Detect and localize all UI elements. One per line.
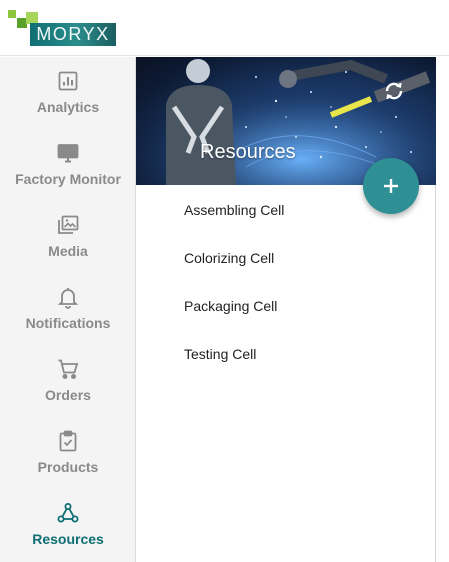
resource-item-colorizing-cell[interactable]: Colorizing Cell	[184, 246, 274, 270]
resources-panel: Resources Assembling Cell Colorizing Cel…	[136, 57, 436, 562]
logo-square	[8, 10, 16, 18]
resource-item-testing-cell[interactable]: Testing Cell	[184, 342, 256, 366]
plus-icon	[384, 179, 398, 193]
sidebar: Analytics Factory Monitor Media Notifica…	[0, 57, 136, 562]
sidebar-item-label: Notifications	[25, 315, 111, 331]
sidebar-item-label: Resources	[32, 531, 104, 547]
sidebar-item-media[interactable]: Media	[0, 201, 136, 273]
sidebar-item-factory-monitor[interactable]: Factory Monitor	[0, 129, 136, 201]
clipboard-check-icon	[56, 429, 80, 453]
logo-text: MORYX	[30, 23, 116, 46]
cart-icon	[56, 357, 80, 381]
bell-icon	[56, 285, 80, 309]
sidebar-item-label: Factory Monitor	[15, 171, 121, 187]
sidebar-item-label: Products	[37, 459, 99, 475]
sidebar-item-label: Orders	[45, 387, 91, 403]
refresh-icon[interactable]	[382, 79, 406, 103]
sidebar-item-label: Analytics	[36, 99, 100, 115]
top-bar: MORYX	[0, 0, 449, 56]
resource-item-assembling-cell[interactable]: Assembling Cell	[184, 198, 284, 222]
sidebar-item-label: Media	[48, 243, 88, 259]
sidebar-item-analytics[interactable]: Analytics	[0, 57, 136, 129]
monitor-icon	[56, 141, 80, 165]
media-icon	[56, 213, 80, 237]
sidebar-item-notifications[interactable]: Notifications	[0, 273, 136, 345]
panel-title: Resources	[200, 141, 296, 163]
sidebar-item-products[interactable]: Products	[0, 417, 136, 489]
sidebar-item-resources[interactable]: Resources	[0, 489, 136, 561]
resources-graph-icon	[56, 501, 80, 525]
resource-item-packaging-cell[interactable]: Packaging Cell	[184, 294, 277, 318]
analytics-icon	[56, 69, 80, 93]
add-resource-button[interactable]	[363, 158, 419, 214]
sidebar-item-orders[interactable]: Orders	[0, 345, 136, 417]
moryx-logo[interactable]: MORYX	[8, 10, 116, 48]
